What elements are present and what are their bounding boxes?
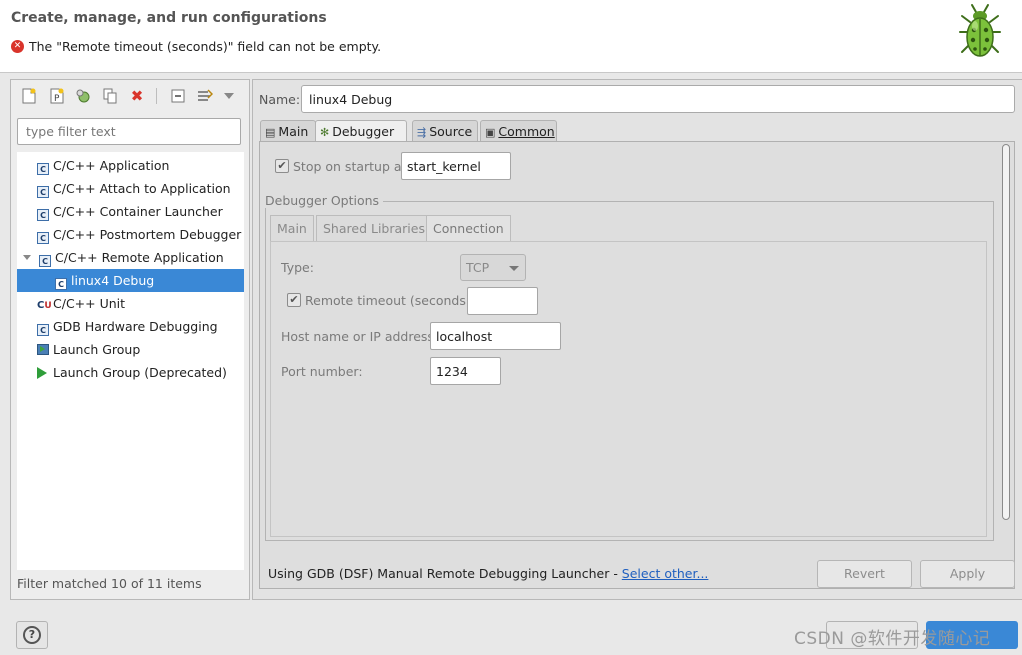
new-configuration-icon[interactable] [19, 86, 39, 106]
configurations-panel: P ✖ CC/C++ Application CC/C++ Attach to … [10, 79, 250, 600]
remote-timeout-input[interactable] [467, 287, 538, 315]
launch-group-icon [37, 344, 49, 355]
dialog-header: Create, manage, and run configurations ✕… [0, 0, 1022, 73]
filter-status-text: Filter matched 10 of 11 items [17, 576, 202, 591]
remote-timeout-checkbox[interactable]: ✔ [287, 293, 301, 307]
revert-button[interactable]: Revert [817, 560, 912, 588]
tab-source[interactable]: ⇶ Source [412, 120, 478, 142]
configuration-tree: C C/C++ Application C C/C++ Attach to Appl… [17, 152, 244, 570]
c-config-icon: C [37, 324, 49, 336]
stop-on-startup-checkbox[interactable]: ✔ [275, 159, 289, 173]
connection-panel [270, 241, 987, 537]
type-label: Type: [281, 260, 314, 275]
stop-on-startup-input[interactable] [401, 152, 511, 180]
c-config-icon: C [37, 232, 49, 244]
port-label: Port number: [281, 364, 363, 379]
collapse-all-icon[interactable] [168, 86, 188, 106]
debug-bug-logo-icon [959, 4, 1001, 57]
help-question-icon: ? [23, 626, 41, 644]
debugger-options-label: Debugger Options [265, 193, 384, 208]
export-configuration-icon[interactable] [73, 86, 93, 106]
view-menu-chevron-down-icon[interactable] [219, 86, 239, 106]
c-config-icon: C [37, 209, 49, 221]
watermark-text: CSDN @软件开发随心记 [794, 629, 991, 649]
configuration-editor: Name: ▤Main ✻Debugger ⇶Source ▣Common ✔ … [252, 79, 1022, 600]
tree-item-c-attach[interactable]: C C/C++ Attach to Application [37, 177, 243, 200]
tab-common[interactable]: ▣ Common [480, 120, 557, 142]
page-title: Create, manage, and run configurations [11, 10, 327, 26]
tree-item-c-postmortem[interactable]: C C/C++ Postmortem Debugger [37, 223, 243, 246]
filter-configurations-icon[interactable] [195, 86, 215, 106]
port-input[interactable] [430, 357, 501, 385]
select-other-link[interactable]: Select other... [622, 566, 709, 581]
common-tab-icon: ▣ [485, 126, 496, 139]
stop-on-startup-label: Stop on startup at: [293, 159, 411, 174]
error-message: The "Remote timeout (seconds)" field can… [29, 39, 382, 54]
run-arrow-icon [37, 367, 47, 379]
host-input[interactable] [430, 322, 561, 350]
source-lookup-icon: ⇶ [417, 126, 427, 139]
document-icon: ▤ [265, 126, 276, 139]
tree-item-c-container[interactable]: C C/C++ Container Launcher [37, 200, 243, 223]
subtab-main[interactable]: Main [270, 215, 314, 242]
c-config-icon: C [37, 186, 49, 198]
duplicate-configuration-icon[interactable] [100, 86, 120, 106]
c-config-icon: C [37, 163, 49, 175]
subtab-shared-libraries[interactable]: Shared Libraries [316, 215, 432, 242]
name-input[interactable] [301, 85, 1015, 113]
type-select[interactable]: TCP [460, 254, 526, 281]
tree-item-launch-group-deprecated[interactable]: Launch Group (Deprecated) [37, 361, 243, 384]
svg-text:P: P [54, 94, 60, 104]
debugger-bug-icon: ✻ [320, 126, 330, 139]
help-button[interactable]: ? [16, 621, 48, 649]
chevron-down-icon [509, 266, 519, 271]
tree-item-c-remote-application[interactable]: C C/C++ Remote Application [23, 246, 243, 269]
delete-configuration-icon[interactable]: ✖ [127, 86, 147, 106]
error-icon: ✕ [11, 40, 24, 53]
tree-item-c-application[interactable]: C C/C++ Application [37, 154, 243, 177]
new-prototype-icon[interactable]: P [47, 86, 67, 106]
c-config-icon: C [55, 278, 67, 290]
subtab-connection[interactable]: Connection [426, 215, 511, 242]
c-config-icon: C [39, 255, 51, 267]
tree-item-linux4-debug[interactable]: Clinux4 Debug [17, 269, 244, 292]
tree-item-launch-group[interactable]: Launch Group [37, 338, 243, 361]
launcher-info: Using GDB (DSF) Manual Remote Debugging … [268, 566, 709, 581]
apply-button[interactable]: Apply [920, 560, 1015, 588]
tab-main[interactable]: ▤ Main [260, 120, 316, 142]
filter-input[interactable] [17, 118, 241, 145]
vertical-scrollbar[interactable] [1002, 144, 1010, 520]
name-label: Name: [259, 92, 301, 107]
expanded-chevron-down-icon[interactable] [23, 255, 31, 260]
host-label: Host name or IP address: [281, 329, 439, 344]
tree-item-gdb-hardware[interactable]: C GDB Hardware Debugging [37, 315, 243, 338]
remote-timeout-label: Remote timeout (seconds): [305, 293, 475, 308]
tree-item-c-unit[interactable]: CUC/C++ Unit [37, 292, 243, 315]
toolbar-separator [156, 88, 157, 104]
tab-debugger[interactable]: ✻ Debugger [315, 120, 407, 143]
